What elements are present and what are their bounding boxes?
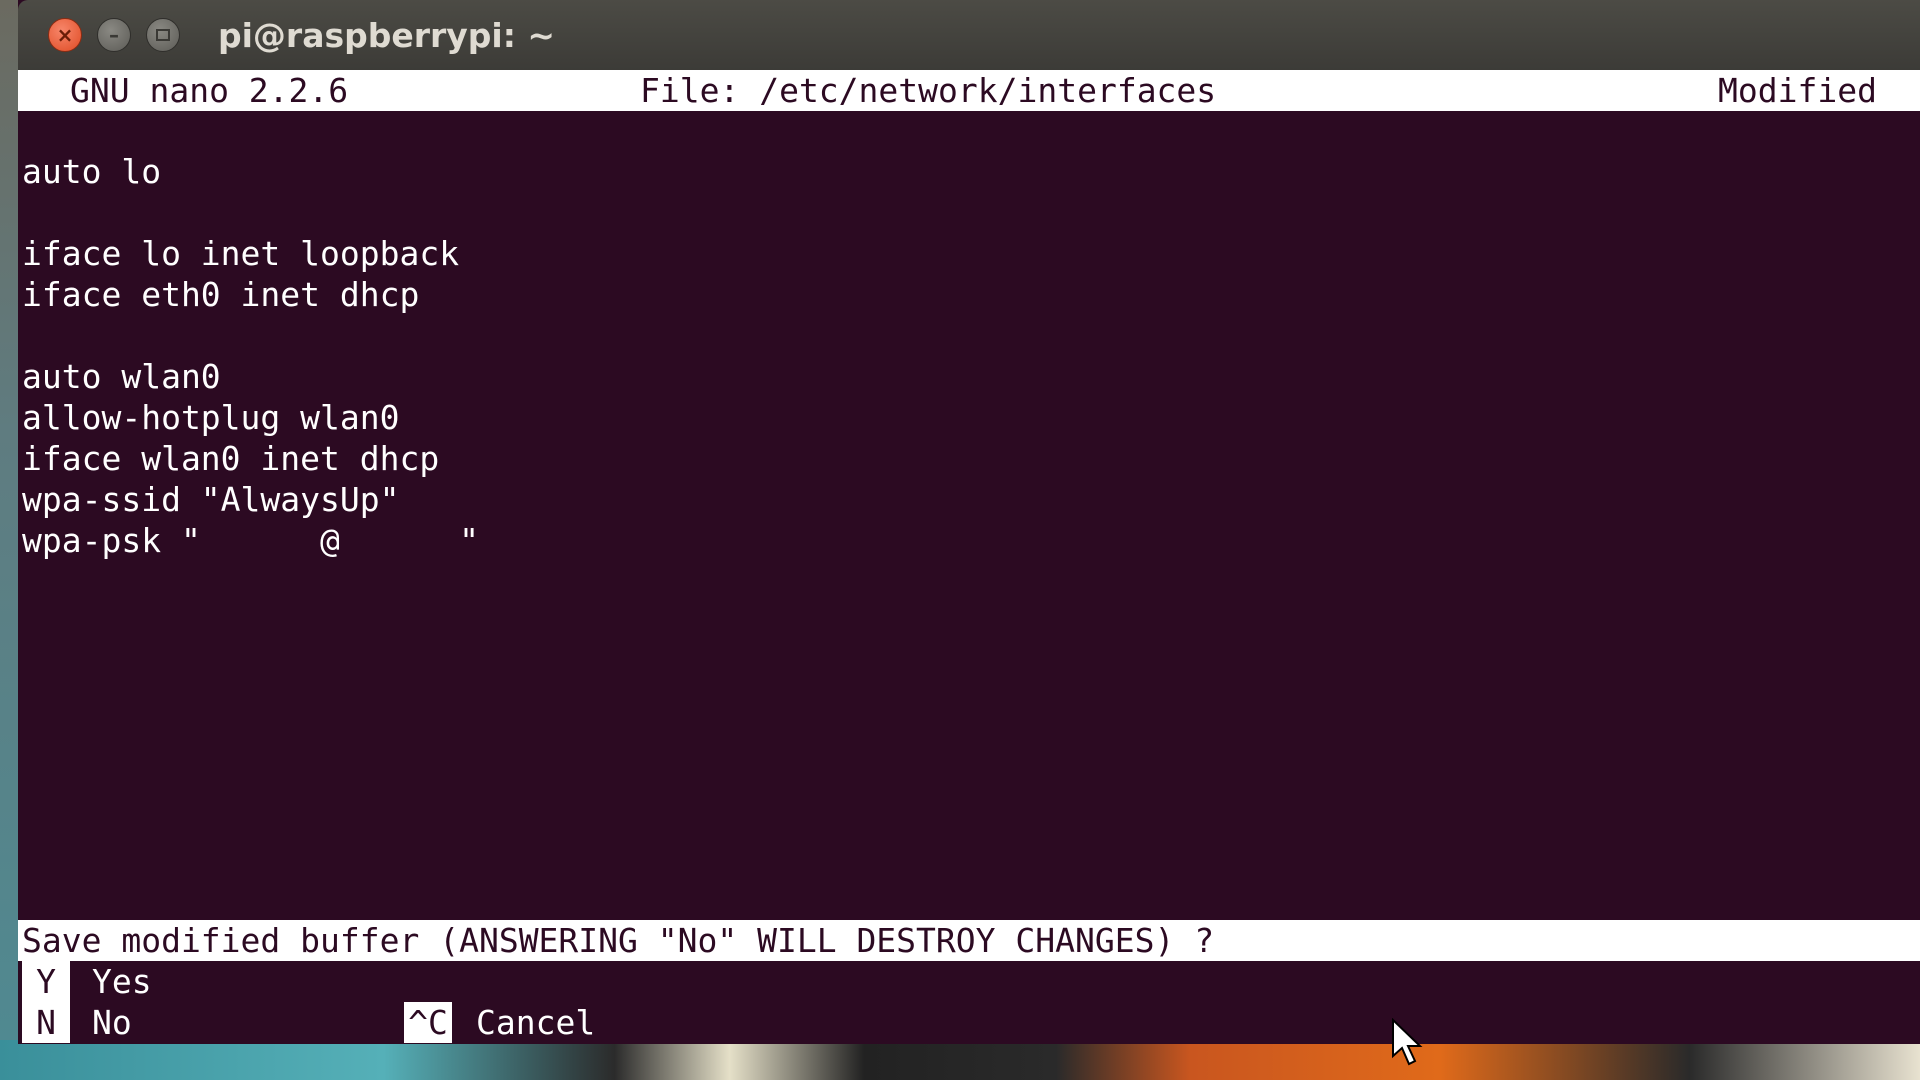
minimize-icon: – [109,23,119,47]
desktop-edge [0,0,20,1080]
yes-shortcut-label[interactable]: Yes [92,961,152,1002]
save-prompt-bar: Save modified buffer (ANSWERING "No" WIL… [18,920,1920,961]
close-button[interactable]: × [48,18,82,52]
buffer-line[interactable]: wpa-ssid "AlwaysUp" [22,479,400,520]
terminal-window: × – pi@raspberrypi: ~ GNU nano 2.2.6 Fil… [18,0,1920,1044]
maximize-icon [156,29,170,41]
maximize-button[interactable] [146,18,180,52]
buffer-line[interactable]: iface wlan0 inet dhcp [22,438,439,479]
nano-header: GNU nano 2.2.6 File: /etc/network/interf… [18,70,1920,111]
window-title: pi@raspberrypi: ~ [218,16,556,55]
close-icon: × [56,23,74,47]
cancel-shortcut-label[interactable]: Cancel [476,1002,595,1043]
minimize-button[interactable]: – [97,18,131,52]
terminal-area[interactable]: GNU nano 2.2.6 File: /etc/network/interf… [18,70,1920,1044]
buffer-line[interactable]: auto wlan0 [22,356,221,397]
buffer-line[interactable]: allow-hotplug wlan0 [22,397,400,438]
nano-version: GNU nano 2.2.6 [70,71,349,110]
nano-modified-status: Modified [1718,71,1877,110]
yes-shortcut-key[interactable]: Y [22,961,70,1002]
window-titlebar[interactable]: × – pi@raspberrypi: ~ [18,0,1920,70]
no-shortcut-key[interactable]: N [22,1002,70,1043]
save-prompt-text: Save modified buffer (ANSWERING "No" WIL… [22,921,1215,960]
desktop-wallpaper [0,1040,1920,1080]
cancel-shortcut-key[interactable]: ^C [404,1002,452,1043]
mouse-pointer-icon [1392,1018,1423,1066]
buffer-line[interactable]: iface lo inet loopback [22,233,459,274]
nano-filename: File: /etc/network/interfaces [640,71,1217,110]
no-shortcut-label[interactable]: No [92,1002,132,1043]
buffer-line[interactable]: wpa-psk " @ " [22,520,479,561]
buffer-line[interactable]: iface eth0 inet dhcp [22,274,419,315]
buffer-line[interactable]: auto lo [22,151,161,192]
